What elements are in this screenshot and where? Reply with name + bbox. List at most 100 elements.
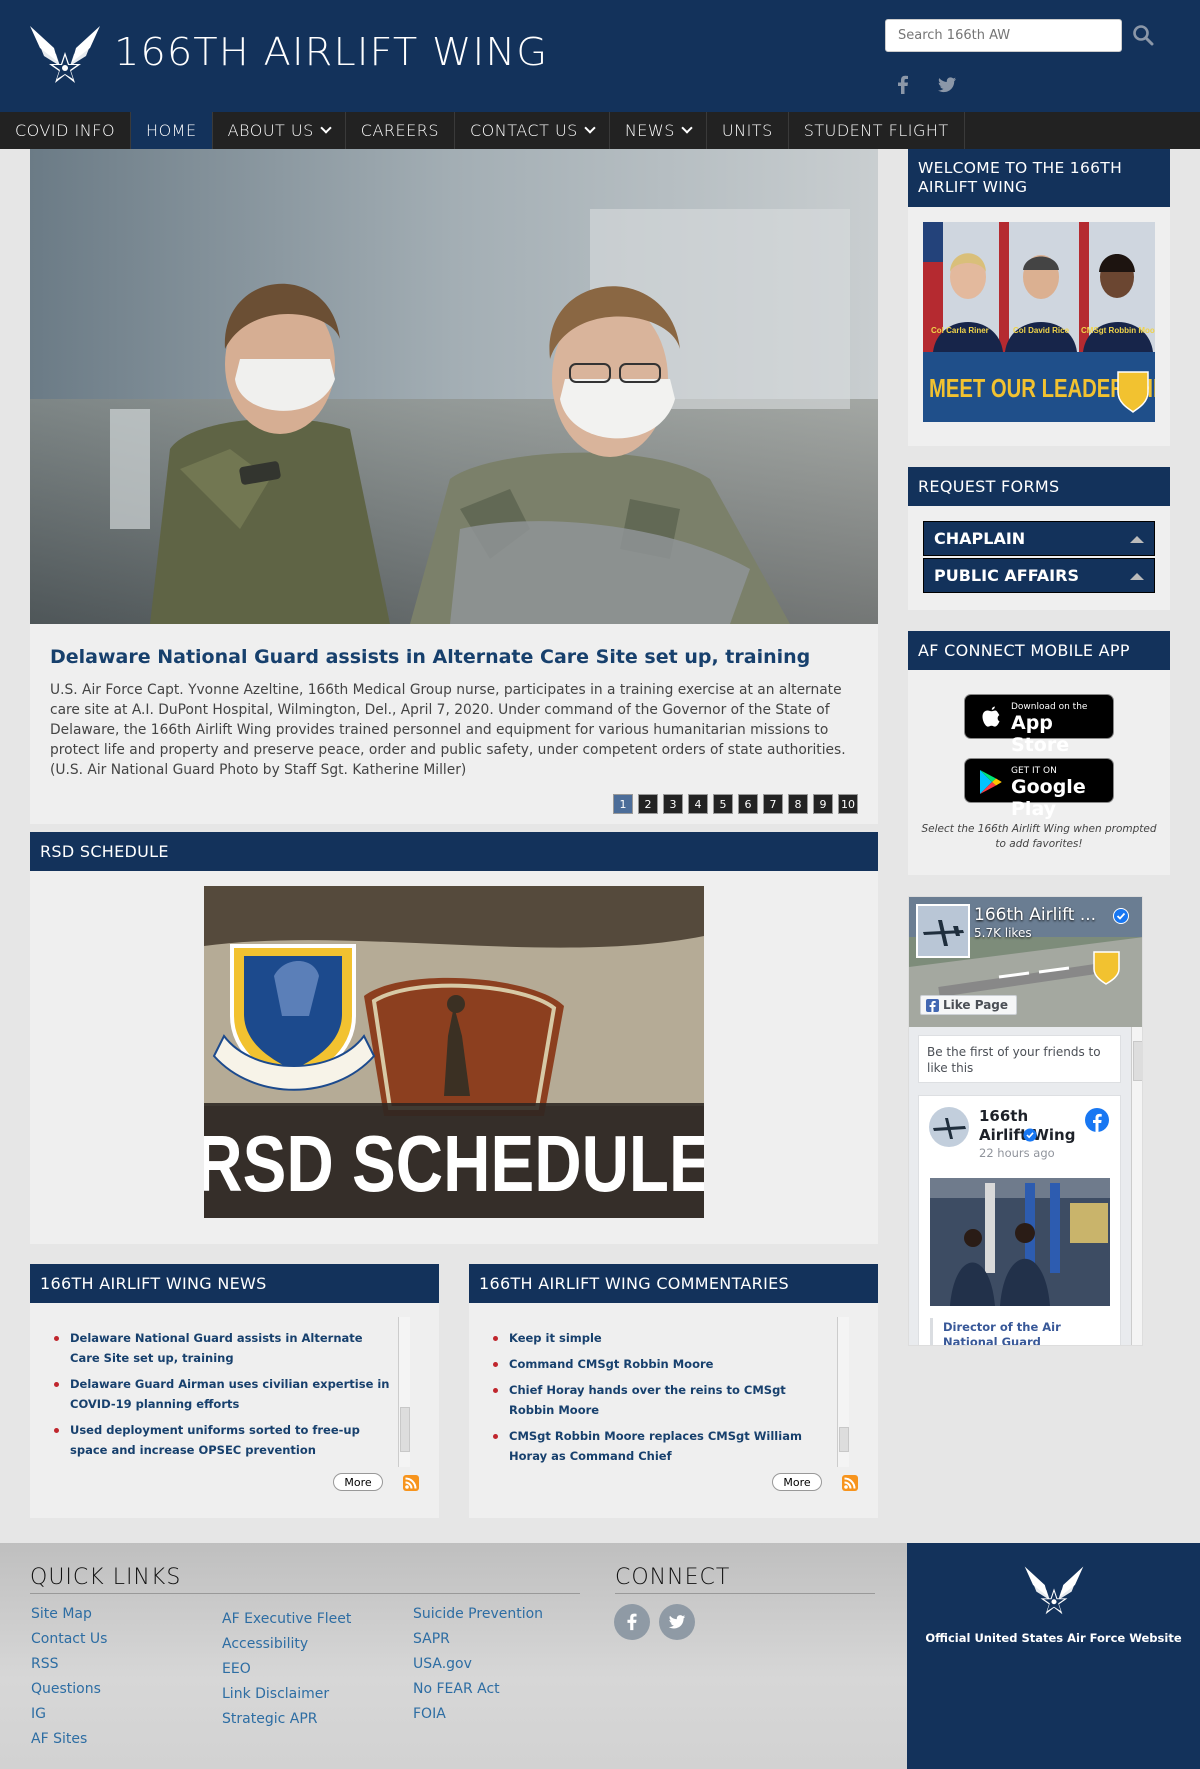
nav-label: NEWS: [624, 121, 675, 140]
commentaries-heading: 166TH AIRLIFT WING COMMENTARIES: [469, 1264, 878, 1303]
post-image[interactable]: [930, 1178, 1110, 1306]
public-affairs-request-button[interactable]: PUBLIC AFFAIRS: [923, 558, 1155, 593]
request-label: PUBLIC AFFAIRS: [934, 566, 1079, 585]
footer-link-sapr[interactable]: SAPR: [413, 1631, 450, 1647]
leadership-art: Col Carla Riner Col David Rice CMSgt Rob…: [923, 222, 1155, 422]
footer-link-suicide-prevention[interactable]: Suicide Prevention: [413, 1606, 543, 1622]
official-af-text[interactable]: Official United States Air Force Website: [907, 1631, 1200, 1645]
google-play-button[interactable]: GET IT ON Google Play: [964, 758, 1114, 820]
nav-contact-us[interactable]: CONTACT US: [455, 112, 610, 149]
pager-button[interactable]: 6: [738, 794, 758, 814]
news-item[interactable]: Used deployment uniforms sorted to free-…: [50, 1420, 390, 1460]
hero-title-link[interactable]: Delaware National Guard assists in Alter…: [50, 646, 870, 668]
facebook-like-page-button[interactable]: Like Page: [920, 995, 1018, 1015]
nav-home[interactable]: HOME: [131, 112, 213, 149]
footer-link-contact-us[interactable]: Contact Us: [31, 1631, 107, 1647]
scroll-thumb[interactable]: [1133, 1041, 1142, 1081]
verified-badge-icon: [1023, 1128, 1037, 1142]
pager-button[interactable]: 1: [613, 794, 633, 814]
commentary-item[interactable]: CMSgt Robbin Moore replaces CMSgt Willia…: [489, 1426, 829, 1466]
apple-icon: [982, 706, 1000, 727]
footer-link-questions[interactable]: Questions: [31, 1681, 101, 1697]
pager-button[interactable]: 3: [663, 794, 683, 814]
footer-twitter-button[interactable]: [659, 1604, 695, 1640]
footer-link-ig[interactable]: IG: [31, 1706, 46, 1722]
meet-our-leadership-banner[interactable]: Col Carla Riner Col David Rice CMSgt Rob…: [923, 222, 1155, 422]
nav-news[interactable]: NEWS: [610, 112, 707, 149]
pager-button[interactable]: 8: [788, 794, 808, 814]
air-force-logo-icon[interactable]: [28, 22, 102, 86]
hero-photo[interactable]: [30, 149, 878, 624]
chaplain-request-button[interactable]: CHAPLAIN: [923, 521, 1155, 556]
facebook-logo-icon[interactable]: [1085, 1108, 1109, 1132]
footer-link-af-sites[interactable]: AF Sites: [31, 1731, 87, 1747]
pager-button[interactable]: 10: [838, 794, 858, 814]
nav-label: ABOUT US: [227, 121, 314, 140]
slide-pager: 1 2 3 4 5 6 7 8 9 10: [613, 794, 858, 814]
commentary-item[interactable]: Keep it simple: [489, 1328, 829, 1348]
facebook-icon[interactable]: [892, 74, 914, 96]
facebook-page-name[interactable]: 166th Airlift ...: [974, 905, 1096, 925]
site-footer: QUICK LINKS CONNECT Site Map Contact Us …: [0, 1543, 907, 1769]
footer-link-no-fear-act[interactable]: No FEAR Act: [413, 1681, 500, 1697]
chevron-down-icon: [681, 122, 693, 134]
site-title[interactable]: 166TH AIRLIFT WING: [114, 30, 548, 74]
news-scrollbar[interactable]: [398, 1317, 410, 1467]
footer-link-site-map[interactable]: Site Map: [31, 1606, 92, 1622]
footer-link-rss[interactable]: RSS: [31, 1656, 59, 1672]
nav-label: COVID INFO: [15, 121, 116, 140]
site-header: 166TH AIRLIFT WING: [0, 0, 1200, 112]
pager-button[interactable]: 2: [638, 794, 658, 814]
commentaries-scrollbar[interactable]: [837, 1317, 849, 1467]
footer-link-af-executive-fleet[interactable]: AF Executive Fleet: [222, 1611, 351, 1627]
scroll-thumb[interactable]: [839, 1427, 849, 1452]
rsd-schedule-image[interactable]: RSD SCHEDULE: [204, 886, 704, 1218]
twitter-icon[interactable]: [936, 74, 958, 96]
footer-link-usa-gov[interactable]: USA.gov: [413, 1656, 472, 1672]
search-icon[interactable]: [1132, 24, 1154, 46]
shared-from-link[interactable]: Director of the Air National Guard: [943, 1320, 1083, 1345]
news-item[interactable]: Delaware Guard Airman uses civilian expe…: [50, 1374, 390, 1414]
scroll-thumb[interactable]: [400, 1407, 410, 1452]
rss-icon[interactable]: [842, 1475, 858, 1491]
pager-button[interactable]: 9: [813, 794, 833, 814]
search-input[interactable]: [885, 19, 1122, 52]
nav-careers[interactable]: CAREERS: [346, 112, 455, 149]
rsd-image-text: RSD SCHEDULE: [204, 1119, 704, 1209]
facebook-scrollbar[interactable]: [1131, 1027, 1142, 1345]
connect-divider: [615, 1593, 875, 1594]
footer-link-link-disclaimer[interactable]: Link Disclaimer: [222, 1686, 329, 1702]
commentary-item[interactable]: Command CMSgt Robbin Moore: [489, 1354, 829, 1374]
hero-photo-art: [30, 149, 878, 624]
footer-link-accessibility[interactable]: Accessibility: [222, 1636, 308, 1652]
pager-button[interactable]: 7: [763, 794, 783, 814]
app-store-button[interactable]: Download on the App Store: [964, 694, 1114, 756]
news-item[interactable]: Delaware National Guard assists in Alter…: [50, 1328, 390, 1368]
post-avatar[interactable]: [929, 1107, 969, 1147]
appstore-small-text: Download on the: [1011, 702, 1088, 712]
app-note: Select the 166th Airlift Wing when promp…: [921, 823, 1157, 850]
like-page-label: Like Page: [943, 998, 1009, 1012]
rss-icon[interactable]: [403, 1475, 419, 1491]
footer-facebook-button[interactable]: [614, 1604, 650, 1640]
footer-link-eeo[interactable]: EEO: [222, 1661, 251, 1677]
facebook-profile-pic[interactable]: [916, 904, 970, 958]
nav-about-us[interactable]: ABOUT US: [213, 112, 346, 149]
footer-link-foia[interactable]: FOIA: [413, 1706, 446, 1722]
nav-student-flight[interactable]: STUDENT FLIGHT: [789, 112, 965, 149]
shared-bar: [930, 1318, 933, 1345]
pager-button[interactable]: 4: [688, 794, 708, 814]
pager-button[interactable]: 5: [713, 794, 733, 814]
leader-caption: Col Carla Riner: [931, 326, 989, 335]
air-force-logo-icon[interactable]: [1023, 1563, 1085, 1617]
facebook-widget: 166th Airlift ... 5.7K likes Like Page B…: [908, 896, 1143, 1346]
footer-link-strategic-apr[interactable]: Strategic APR: [222, 1711, 317, 1727]
commentary-item[interactable]: Chief Horay hands over the reins to CMSg…: [489, 1380, 829, 1420]
nav-covid-info[interactable]: COVID INFO: [0, 112, 132, 149]
commentaries-list: Keep it simple Command CMSgt Robbin Moor…: [489, 1328, 829, 1472]
welcome-heading: WELCOME TO THE 166TH AIRLIFT WING: [908, 149, 1170, 207]
commentaries-more-button[interactable]: More: [772, 1473, 822, 1491]
news-more-button[interactable]: More: [333, 1473, 383, 1491]
nav-units[interactable]: UNITS: [707, 112, 789, 149]
post-time: 22 hours ago: [979, 1146, 1055, 1160]
